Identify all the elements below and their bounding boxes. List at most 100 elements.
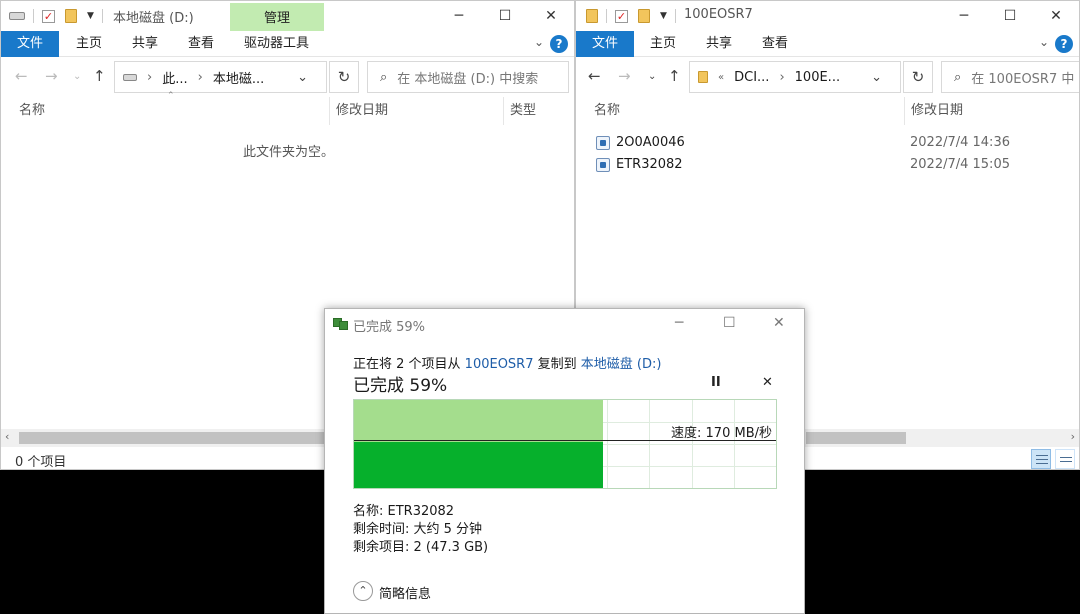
new-folder-icon[interactable] [65,9,77,23]
pause-button[interactable]: II [711,375,721,390]
navigation-bar: ← → ⌄ ↑ « DCI... › 100E... ⌄ ↻ ⌕ 在 100EO… [576,57,1079,97]
close-button[interactable]: ✕ [1033,1,1079,31]
details-view-button[interactable] [1031,449,1051,469]
ribbon-expand-icon[interactable]: ⌄ [1039,35,1049,49]
properties-icon[interactable]: ✓ [615,9,628,23]
breadcrumb-overflow-icon[interactable]: « [718,72,724,83]
address-dropdown-icon[interactable]: ⌄ [871,70,882,85]
scroll-right-icon[interactable]: › [1071,430,1075,443]
copy-prefix: 正在将 2 个项目从 [353,357,465,372]
minimize-button[interactable]: ─ [436,1,482,31]
back-button[interactable]: ← [588,67,601,85]
tab-share[interactable]: 共享 [692,31,746,57]
drive-icon [9,12,25,20]
folder-icon [586,9,598,23]
column-header: ⌃ 名称 修改日期 类型 [1,91,574,125]
up-button[interactable]: ↑ [668,67,681,85]
new-folder-icon[interactable] [638,9,650,23]
breadcrumb-local-disk[interactable]: 本地磁... [213,68,264,87]
close-button[interactable]: ✕ [528,1,574,31]
help-icon[interactable]: ? [550,35,568,53]
image-file-icon [596,158,610,172]
tab-home[interactable]: 主页 [636,31,690,57]
address-bar[interactable]: › 此... › 本地磁... ⌄ [114,61,327,93]
graph-grid-line [649,400,650,488]
destination-link[interactable]: 本地磁盘 (D:) [581,357,662,372]
column-header: 名称 修改日期 [576,97,1079,125]
column-modified[interactable]: 修改日期 [904,97,1079,125]
forward-button[interactable]: → [618,67,631,85]
ribbon: 文件 主页 共享 查看 ⌄ ? [576,31,1079,57]
column-modified[interactable]: 修改日期 [329,97,503,125]
column-name[interactable]: 名称 [588,97,904,125]
collapse-details-button[interactable]: ⌃ [353,581,373,601]
item-count: 0 个项目 [15,455,67,470]
search-box[interactable]: ⌕ 在 100EOSR7 中 [941,61,1079,93]
graph-grid-line [734,400,735,488]
tab-drive-tools[interactable]: 驱动器工具 [230,31,323,57]
copy-progress-dialog: 已完成 59% ─ ☐ ✕ 正在将 2 个项目从 100EOSR7 复制到 本地… [324,308,805,614]
tab-share[interactable]: 共享 [118,31,172,57]
quick-access-dropdown-icon[interactable]: ▼ [660,11,667,21]
folder-icon [698,71,708,83]
large-icons-view-button[interactable] [1055,449,1075,469]
dialog-title-bar: 已完成 59% ─ ☐ ✕ [325,309,804,339]
breadcrumb-100eosr7[interactable]: 100E... [795,70,840,85]
context-tab-manage[interactable]: 管理 [230,3,324,31]
close-button[interactable]: ✕ [773,315,785,331]
search-placeholder: 在 100EOSR7 中 [971,71,1075,87]
recent-locations-icon[interactable]: ⌄ [73,71,81,82]
tab-file[interactable]: 文件 [576,31,635,57]
refresh-button[interactable]: ↻ [903,61,933,93]
file-row[interactable]: 2O0A0046 2022/7/4 14:36 [576,132,1079,154]
transfer-speed-graph: 速度: 170 MB/秒 [353,399,777,489]
column-type[interactable]: 类型 [503,97,574,125]
window-title: 100EOSR7 [684,7,753,22]
tab-view[interactable]: 查看 [174,31,228,57]
maximize-button[interactable]: ☐ [987,1,1033,31]
breadcrumb-separator-icon: › [779,69,785,85]
graph-grid-line [607,400,608,488]
properties-icon[interactable]: ✓ [42,9,55,23]
quick-access-dropdown-icon[interactable]: ▼ [87,11,94,21]
search-box[interactable]: ⌕ 在 本地磁盘 (D:) 中搜索 [367,61,569,93]
forward-button[interactable]: → [45,67,58,85]
navigation-bar: ← → ⌄ ↑ › 此... › 本地磁... ⌄ ↻ ⌕ 在 本地磁盘 (D:… [1,57,574,97]
title-bar: ✓ ▼ 100EOSR7 ─ ☐ ✕ [576,1,1079,31]
file-row[interactable]: ETR32082 2022/7/4 15:05 [576,154,1079,176]
time-remaining-info: 剩余时间: 大约 5 分钟 [353,522,483,537]
maximize-button: ☐ [723,315,736,331]
progress-fill-light [354,400,603,442]
address-dropdown-icon[interactable]: ⌄ [297,70,308,85]
maximize-button[interactable]: ☐ [482,1,528,31]
minimize-button[interactable]: ─ [675,315,683,331]
tab-home[interactable]: 主页 [62,31,116,57]
items-remaining-info: 剩余项目: 2 (47.3 GB) [353,540,489,555]
minimize-button[interactable]: ─ [941,1,987,31]
help-icon[interactable]: ? [1055,35,1073,53]
ribbon-expand-icon[interactable]: ⌄ [534,35,544,49]
source-link[interactable]: 100EOSR7 [465,357,534,372]
file-name-info: 名称: ETR32082 [353,504,455,519]
cancel-button[interactable]: ✕ [762,375,773,390]
scroll-thumb[interactable] [806,432,906,444]
breadcrumb-this-pc[interactable]: 此... [162,68,187,87]
refresh-button[interactable]: ↻ [329,61,359,93]
progress-heading: 已完成 59% [353,376,448,396]
window-controls: ─ ☐ ✕ [941,1,1079,31]
address-bar[interactable]: « DCI... › 100E... ⌄ [689,61,901,93]
tab-file[interactable]: 文件 [1,31,60,57]
up-button[interactable]: ↑ [93,67,106,85]
window-controls: ─ ☐ ✕ [436,1,574,31]
search-icon: ⌕ [954,69,962,85]
tab-view[interactable]: 查看 [748,31,802,57]
recent-locations-icon[interactable]: ⌄ [648,71,656,82]
breadcrumb-separator-icon: › [197,69,203,85]
scroll-left-icon[interactable]: ‹ [5,430,9,443]
back-button[interactable]: ← [15,67,28,85]
image-file-icon [596,136,610,150]
breadcrumb-dcim[interactable]: DCI... [734,70,769,85]
fewer-details-label[interactable]: 简略信息 [379,583,431,602]
column-name[interactable]: 名称 [13,97,329,125]
breadcrumb-separator-icon: › [147,69,153,85]
